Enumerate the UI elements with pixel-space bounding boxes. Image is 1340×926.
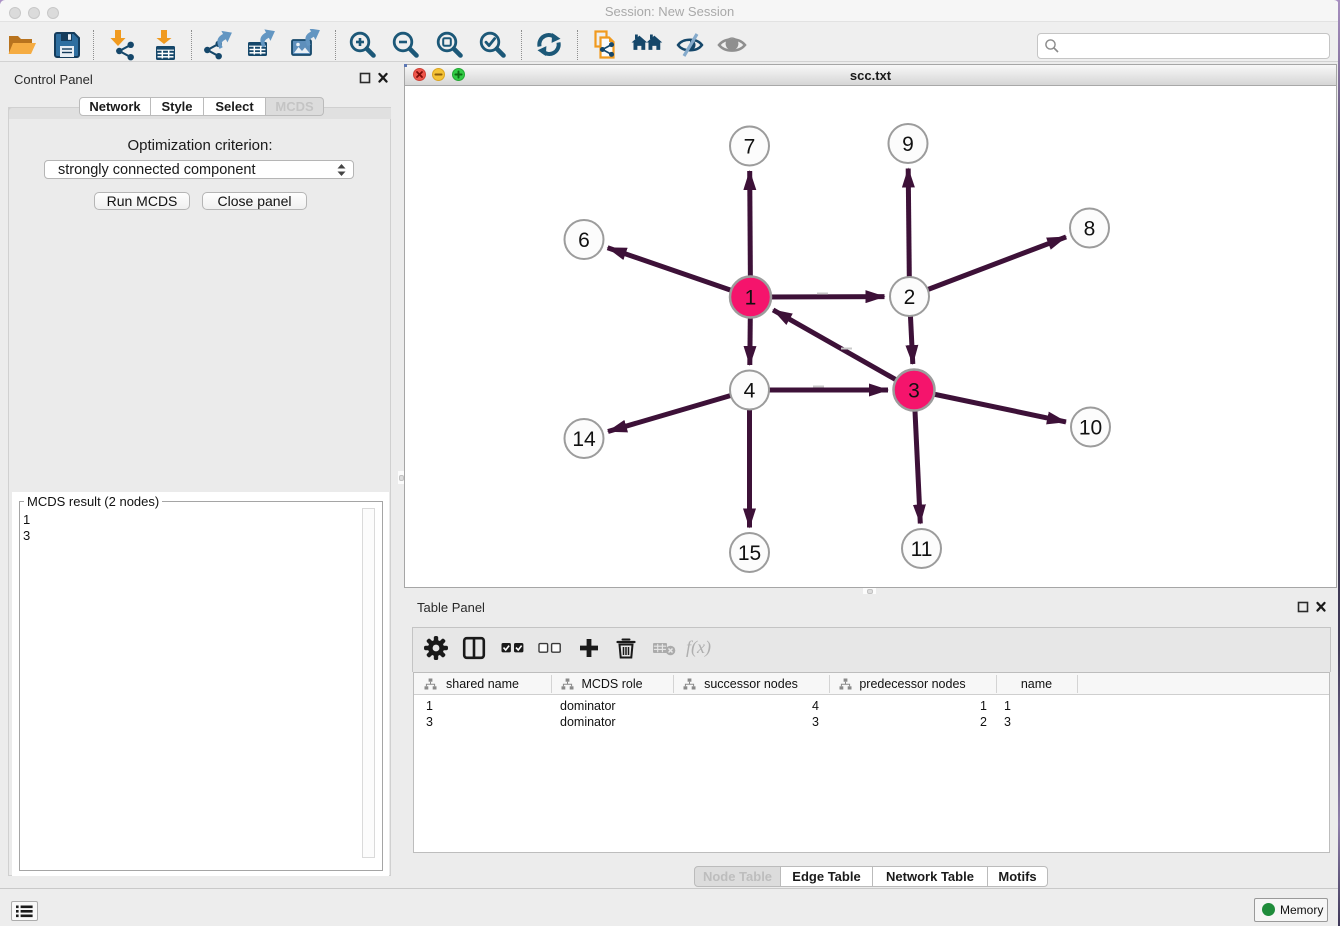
- svg-text:15: 15: [738, 542, 761, 565]
- svg-text:1: 1: [745, 287, 757, 310]
- svg-text:4: 4: [744, 380, 756, 403]
- svg-text:10: 10: [1079, 417, 1102, 440]
- svg-text:6: 6: [578, 229, 590, 252]
- svg-text:14: 14: [572, 428, 596, 451]
- svg-text:7: 7: [744, 136, 756, 159]
- svg-text:2: 2: [904, 286, 916, 309]
- svg-text:11: 11: [911, 538, 933, 561]
- svg-text:3: 3: [908, 380, 920, 403]
- svg-text:8: 8: [1084, 218, 1096, 241]
- svg-text:9: 9: [902, 133, 914, 156]
